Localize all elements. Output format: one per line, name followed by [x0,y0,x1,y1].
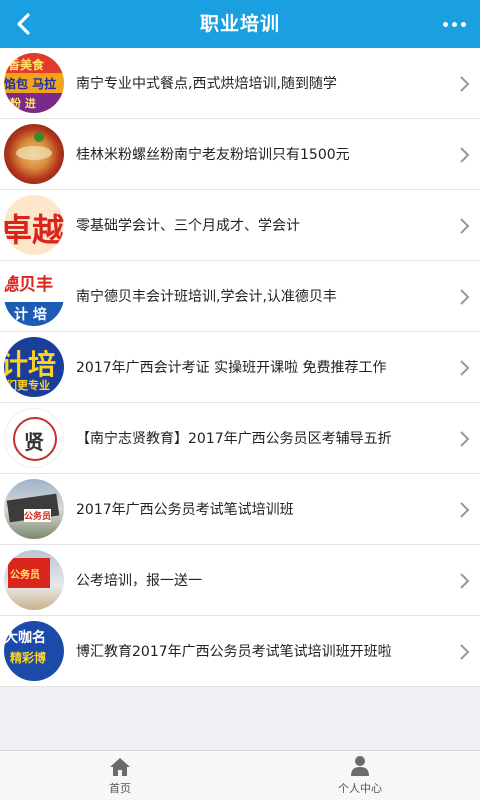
thumbnail-text: 公务员 [10,570,40,581]
thumbnail-text: 馅包 马拉 [4,77,57,91]
thumbnail-image: 香美食 馅包 马拉 粉 进 [4,53,64,113]
thumbnail-text: 香美食 [8,58,45,72]
list-item[interactable]: 公务员 2017年广西公务员考试笔试培训班 [0,474,480,545]
list-item[interactable]: 桂林米粉螺丝粉南宁老友粉培训只有1500元 [0,119,480,190]
thumbnail-image [4,124,64,184]
list-item-title: 桂林米粉螺丝粉南宁老友粉培训只有1500元 [76,147,350,163]
chevron-right-icon [460,431,470,447]
thumbnail-image: 公务员 [4,479,64,539]
list-item-title: 公考培训，报一送一 [76,573,202,589]
list-item-title: 2017年广西会计考证 实操班开课啦 免费推荐工作 [76,360,387,376]
thumbnail-text: 粉 进 [10,97,36,110]
thumbnail-image: 卓越 [4,195,64,255]
thumbnail-text: 德贝丰 [4,275,53,295]
chevron-right-icon [460,76,470,92]
chevron-right-icon [460,573,470,589]
chevron-right-icon [460,289,470,305]
list-item[interactable]: 贤 【南宁志贤教育】2017年广西公务员区考辅导五折 [0,403,480,474]
thumbnail-image: 公务员 [4,550,64,610]
page-title: 职业培训 [199,13,280,35]
thumbnail-image: 德贝丰 计 培 [4,266,64,326]
list-item[interactable]: 计培 们更专业 2017年广西会计考证 实操班开课啦 免费推荐工作 [0,332,480,403]
thumbnail-text: 贤 [24,430,44,454]
chevron-right-icon [460,147,470,163]
thumbnail-text: 们更专业 [6,379,50,392]
list-item-title: 2017年广西公务员考试笔试培训班 [76,502,294,518]
list-item-title: 南宁德贝丰会计班培训,学会计,认准德贝丰 [76,289,337,305]
list-item[interactable]: 香美食 馅包 马拉 粉 进 南宁专业中式餐点,西式烘焙培训,随到随学 [0,48,480,119]
top-navigation-bar: 职业培训 [0,0,480,48]
list-item[interactable]: 公务员 公考培训，报一送一 [0,545,480,616]
training-list: 香美食 馅包 马拉 粉 进 南宁专业中式餐点,西式烘焙培训,随到随学 桂林米粉螺… [0,48,480,687]
list-item-title: 零基础学会计、三个月成才、学会计 [76,218,300,234]
list-item-title: 南宁专业中式餐点,西式烘焙培训,随到随学 [76,76,337,92]
chevron-right-icon [460,644,470,660]
tab-profile-label: 个人中心 [338,782,382,795]
tab-profile[interactable]: 个人中心 [240,751,480,800]
chevron-right-icon [460,502,470,518]
list-item-title: 博汇教育2017年广西公务员考试笔试培训班开班啦 [76,644,392,660]
more-dots-icon [442,21,448,27]
list-item[interactable]: 大咖名 精彩博 博汇教育2017年广西公务员考试笔试培训班开班啦 [0,616,480,687]
thumbnail-text: 大咖名 [4,630,46,646]
thumbnail-text: 卓越 [4,211,64,249]
list-item-title: 【南宁志贤教育】2017年广西公务员区考辅导五折 [76,431,392,447]
user-icon [351,756,369,776]
more-menu-button[interactable] [436,8,472,40]
home-icon [110,758,130,776]
thumbnail-text: 计 培 [14,307,47,323]
list-item[interactable]: 德贝丰 计 培 南宁德贝丰会计班培训,学会计,认准德贝丰 [0,261,480,332]
tab-home-label: 首页 [109,782,131,795]
thumbnail-image: 贤 [4,408,64,468]
list-item[interactable]: 卓越 零基础学会计、三个月成才、学会计 [0,190,480,261]
thumbnail-image: 计培 们更专业 [4,337,64,397]
chevron-right-icon [460,360,470,376]
thumbnail-image: 大咖名 精彩博 [4,621,64,681]
thumbnail-text: 公务员 [24,509,52,522]
thumbnail-text: 精彩博 [10,651,47,665]
tab-home[interactable]: 首页 [0,751,240,800]
bottom-tab-bar: 首页 个人中心 [0,750,480,800]
chevron-right-icon [460,218,470,234]
